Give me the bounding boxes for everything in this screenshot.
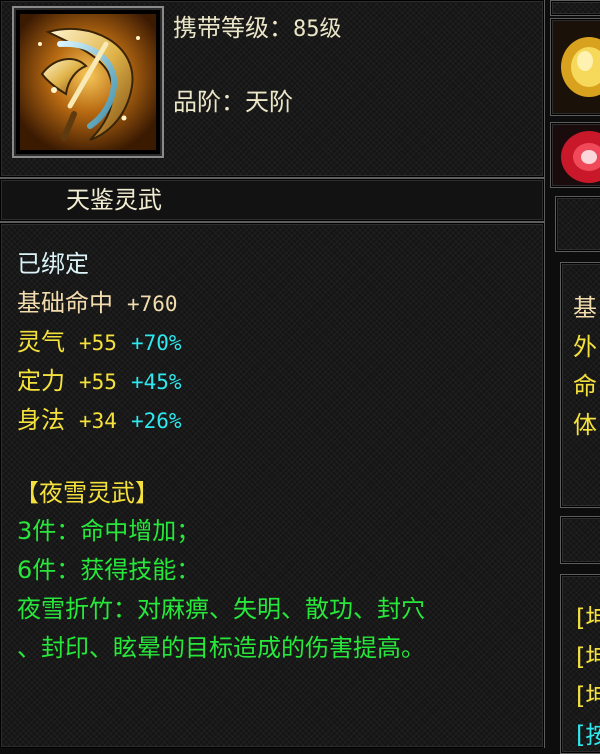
right-partial-label: 基 xyxy=(573,294,597,322)
base-hit-line: 基础命中 +760 xyxy=(17,288,178,319)
right-partial-label: 命 xyxy=(573,372,597,400)
carry-level-label: 携带等级： xyxy=(173,14,293,42)
right-item-slot-1[interactable] xyxy=(550,18,600,116)
stat-label: 灵气 xyxy=(17,328,65,356)
stat-bonus: +45% xyxy=(130,370,182,394)
set-skill-line-1: 夜雪折竹：对麻痹、失明、散功、封穴 xyxy=(17,595,425,623)
right-partial-label: 体 xyxy=(573,411,597,439)
stat-value: +55 xyxy=(79,370,117,394)
item-icon-frame xyxy=(12,6,164,158)
bound-status: 已绑定 xyxy=(17,250,89,278)
carry-level-value: 85级 xyxy=(293,17,342,42)
stat-label: 身法 xyxy=(17,406,65,434)
right-partial-label: 外 xyxy=(573,333,597,361)
gold-coin-icon xyxy=(561,37,600,97)
right-subheader xyxy=(560,516,600,564)
right-partial-bracket: [按 xyxy=(576,721,600,749)
right-partial-bracket: [坤 xyxy=(576,604,600,632)
stat-value: +55 xyxy=(79,331,117,355)
right-panel-top-edge xyxy=(550,0,600,16)
item-info-panel: 携带等级：85级 品阶：天阶 xyxy=(0,0,545,178)
item-name: 天鉴灵武 xyxy=(66,186,162,214)
grade-label: 品阶： xyxy=(173,88,245,116)
stat-bonus: +26% xyxy=(130,409,182,433)
base-hit-value: +760 xyxy=(127,292,178,316)
stat-bonus: +70% xyxy=(130,331,182,355)
right-partial-bracket: [坤 xyxy=(576,643,600,671)
stat-line-dingli: 定力 +55 +45% xyxy=(17,366,182,397)
right-partial-bracket: [坤 xyxy=(576,682,600,710)
right-name-bar xyxy=(555,196,600,252)
stat-line-lingqi: 灵气 +55 +70% xyxy=(17,327,182,358)
stat-label: 定力 xyxy=(17,367,65,395)
set-title: 【夜雪灵武】 xyxy=(15,479,159,507)
grade-line: 品阶：天阶 xyxy=(173,82,293,117)
golden-weapon-icon xyxy=(20,14,156,150)
set-bonus-6: 6件：获得技能： xyxy=(17,556,201,584)
set-skill-line-2: 、封印、眩晕的目标造成的伤害提高。 xyxy=(17,634,425,662)
red-gem-icon xyxy=(561,131,600,183)
grade-value: 天阶 xyxy=(245,88,293,116)
stat-value: +34 xyxy=(79,409,117,433)
stat-line-shenfa: 身法 +34 +26% xyxy=(17,405,182,436)
base-hit-label: 基础命中 xyxy=(17,289,113,317)
set-bonus-3: 3件：命中增加； xyxy=(17,517,201,545)
right-item-slot-2[interactable] xyxy=(550,122,600,188)
carry-level-line: 携带等级：85级 xyxy=(173,8,342,43)
